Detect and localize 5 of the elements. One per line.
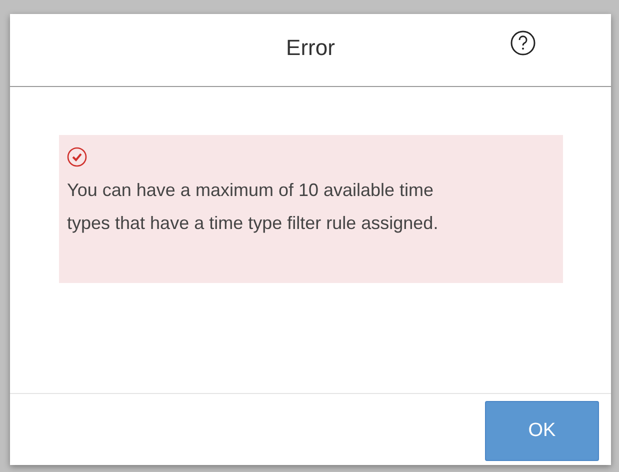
- ok-button[interactable]: OK: [485, 401, 599, 461]
- help-icon[interactable]: [510, 30, 536, 56]
- checkmark-circle-icon: [67, 147, 87, 167]
- dialog-title: Error: [286, 35, 335, 61]
- message-text: You can have a maximum of 10 available time types that have a time type filter rule assigned.: [67, 179, 440, 235]
